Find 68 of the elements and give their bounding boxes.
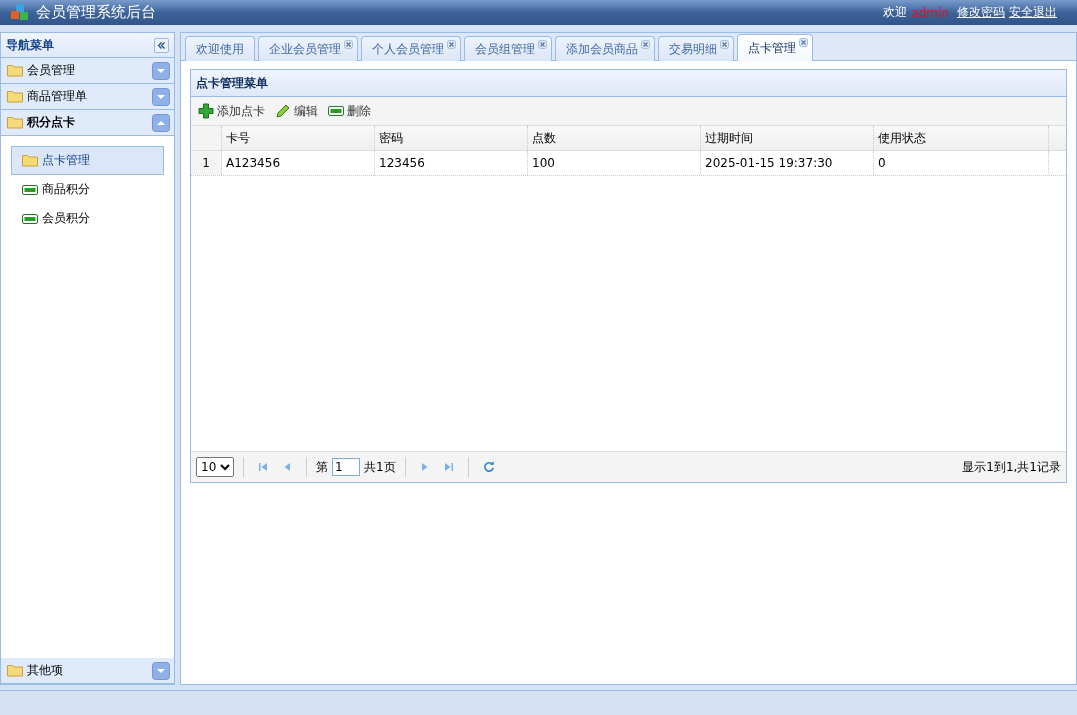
first-page-icon[interactable] — [258, 462, 268, 472]
nav-item[interactable]: 会员积分 — [11, 204, 164, 233]
tab[interactable]: 会员组管理 — [464, 36, 552, 61]
accordion-header[interactable]: 会员管理 — [1, 58, 174, 84]
chevron-icon — [152, 113, 170, 132]
previous-page-icon[interactable] — [282, 462, 292, 472]
table-cell: 2025-01-15 19:37:30 — [701, 151, 874, 175]
tab[interactable]: 添加会员商品 — [555, 36, 655, 61]
tab[interactable]: 点卡管理 — [737, 34, 813, 61]
table-cell: 0 — [874, 151, 1049, 175]
sidebar-title: 导航菜单 — [6, 36, 54, 54]
page-label: 第 — [316, 458, 328, 476]
cubes-logo — [10, 2, 30, 23]
header-link[interactable]: 修改密码 — [957, 4, 1005, 21]
page-input[interactable]: 1 — [332, 458, 360, 476]
table-cell: A123456 — [222, 151, 375, 175]
folder-icon — [7, 116, 23, 129]
toolbar-button[interactable]: 编辑 — [273, 102, 320, 120]
chevron-icon — [152, 61, 170, 80]
tab[interactable]: 个人会员管理 — [361, 36, 461, 61]
folder-icon — [7, 90, 23, 103]
folder-icon — [7, 64, 23, 77]
row-number: 1 — [191, 151, 222, 175]
folder-icon — [7, 664, 23, 677]
close-icon[interactable] — [538, 40, 547, 49]
toolbar-button[interactable]: 删除 — [326, 102, 373, 120]
nav-item[interactable]: 商品积分 — [11, 175, 164, 204]
record-summary: 显示1到1,共1记录 — [962, 458, 1061, 476]
table-cell: 100 — [528, 151, 701, 175]
close-icon[interactable] — [344, 40, 353, 49]
nav-item[interactable]: 点卡管理 — [11, 146, 164, 175]
collapse-button[interactable] — [154, 37, 169, 53]
card-icon — [22, 213, 38, 224]
chevron-icon — [152, 661, 170, 680]
accordion-header[interactable]: 其他项 — [1, 658, 174, 684]
welcome-text: 欢迎 — [883, 4, 908, 21]
header-link[interactable]: 安全退出 — [1009, 4, 1057, 21]
double-chevron-icon — [157, 40, 166, 50]
card-icon — [22, 184, 38, 195]
column-header[interactable]: 点数 — [528, 126, 701, 150]
panel-title: 点卡管理菜单 — [191, 70, 1066, 97]
close-icon[interactable] — [641, 40, 650, 49]
page-size-select[interactable]: 10 — [196, 457, 234, 477]
card-icon — [328, 106, 344, 116]
column-header[interactable]: 过期时间 — [701, 126, 874, 150]
accordion-header[interactable]: 积分点卡 — [1, 110, 174, 136]
chevron-icon — [152, 87, 170, 106]
user-name: admin — [911, 5, 949, 20]
last-page-icon[interactable] — [443, 462, 454, 472]
page-total: 共1页 — [364, 458, 396, 476]
table-cell: 123456 — [375, 151, 528, 175]
close-icon[interactable] — [447, 40, 456, 49]
close-icon[interactable] — [720, 40, 729, 49]
close-icon[interactable] — [799, 38, 808, 47]
column-header[interactable]: 使用状态 — [874, 126, 1049, 150]
app-title: 会员管理系统后台 — [36, 3, 156, 22]
toolbar-button[interactable]: 添加点卡 — [196, 102, 267, 120]
column-header[interactable]: 卡号 — [222, 126, 375, 150]
tab[interactable]: 企业会员管理 — [258, 36, 358, 61]
folder-icon — [22, 154, 38, 167]
tab[interactable]: 交易明细 — [658, 36, 734, 61]
plus-icon — [198, 103, 214, 119]
tab[interactable]: 欢迎使用 — [185, 36, 255, 61]
accordion-header[interactable]: 商品管理单 — [1, 84, 174, 110]
next-page-icon[interactable] — [419, 462, 430, 472]
column-header[interactable]: 密码 — [375, 126, 528, 150]
refresh-icon[interactable] — [482, 461, 495, 473]
pencil-icon — [275, 103, 291, 119]
